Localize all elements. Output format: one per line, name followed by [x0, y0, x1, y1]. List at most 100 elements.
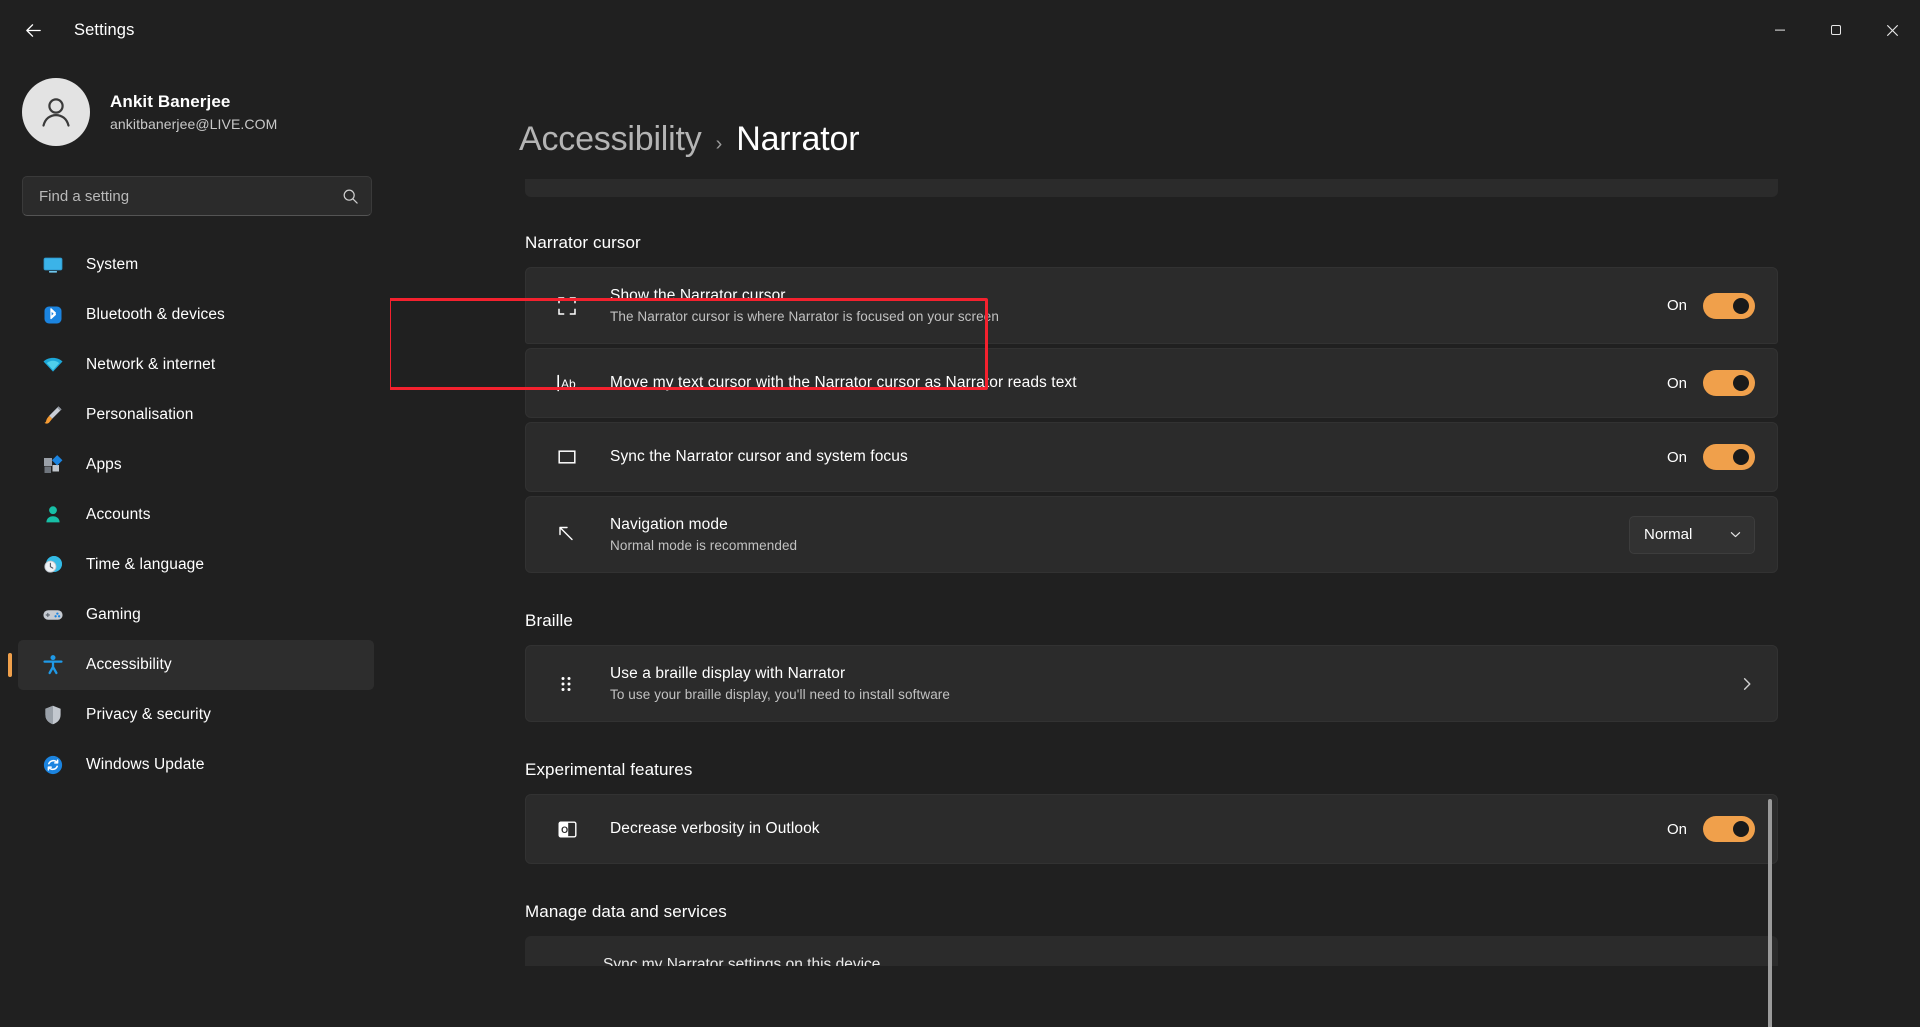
- sidebar-item-personalisation[interactable]: Personalisation: [18, 390, 374, 440]
- apps-icon: [40, 452, 66, 478]
- setting-title: Sync the Narrator cursor and system focu…: [610, 448, 908, 465]
- outlook-icon: O: [552, 819, 582, 840]
- search-icon: [343, 189, 358, 204]
- setting-row-sync-narrator-settings[interactable]: Sync my Narrator settings on this device: [525, 936, 1778, 966]
- setting-subtitle: To use your braille display, you'll need…: [610, 687, 950, 702]
- text-cursor-icon: Ab: [552, 373, 582, 393]
- clock-globe-icon: [40, 552, 66, 578]
- account-name: Ankit Banerjee: [110, 92, 231, 111]
- setting-subtitle: The Narrator cursor is where Narrator is…: [610, 309, 999, 324]
- section-heading-manage-data-services: Manage data and services: [525, 902, 727, 921]
- sidebar-item-label: Gaming: [86, 606, 141, 623]
- setting-title: Decrease verbosity in Outlook: [610, 820, 820, 837]
- sidebar-item-label: Privacy & security: [86, 706, 211, 723]
- section-heading-experimental-features: Experimental features: [525, 760, 693, 779]
- scrollbar-thumb[interactable]: [1768, 799, 1772, 1027]
- setting-text: Decrease verbosity in Outlook: [610, 820, 1667, 838]
- sidebar-item-network-internet[interactable]: Network & internet: [18, 340, 374, 390]
- setting-row-braille-display[interactable]: Use a braille display with Narrator To u…: [525, 645, 1778, 722]
- toggle-state-label: On: [1666, 374, 1687, 392]
- sidebar-item-privacy-security[interactable]: Privacy & security: [18, 690, 374, 740]
- setting-control: On: [1666, 292, 1755, 319]
- svg-text:Ab: Ab: [561, 377, 576, 391]
- page-title: Narrator: [736, 120, 860, 158]
- sidebar-item-label: System: [86, 256, 139, 273]
- toggle-knob: [1733, 297, 1749, 314]
- toggle-move-text-cursor[interactable]: [1703, 370, 1755, 396]
- maximize-button[interactable]: [1808, 0, 1864, 60]
- partial-card-above: [525, 179, 1778, 197]
- sidebar-item-label: Personalisation: [86, 406, 194, 423]
- display-icon: [40, 252, 66, 278]
- setting-title: Use a braille display with Narrator: [610, 665, 846, 682]
- sidebar-item-apps[interactable]: Apps: [18, 440, 374, 490]
- setting-subtitle: Normal mode is recommended: [610, 538, 798, 553]
- toggle-state-label: On: [1666, 448, 1687, 466]
- sidebar-item-label: Windows Update: [86, 756, 205, 773]
- minimize-icon: [1775, 29, 1785, 31]
- setting-row-decrease-verbosity-outlook[interactable]: O Decrease verbosity in Outlook On: [525, 794, 1778, 864]
- setting-control: Normal: [1629, 515, 1755, 554]
- sidebar-item-gaming[interactable]: Gaming: [18, 590, 374, 640]
- avatar: [22, 78, 90, 146]
- setting-text: Navigation mode Normal mode is recommend…: [610, 516, 1629, 553]
- focus-box-icon: [552, 447, 582, 467]
- setting-text: Sync the Narrator cursor and system focu…: [610, 448, 1667, 466]
- chevron-down-icon: [1730, 532, 1741, 538]
- close-icon: [1886, 24, 1898, 36]
- setting-title: Move my text cursor with the Narrator cu…: [610, 374, 1077, 391]
- search-input[interactable]: [39, 187, 342, 205]
- dropdown-selected-value: Normal: [1644, 526, 1693, 543]
- search-box[interactable]: [22, 176, 372, 216]
- sidebar-item-accessibility[interactable]: Accessibility: [8, 640, 374, 690]
- scrollbar[interactable]: [1768, 329, 1772, 1027]
- sidebar-item-label: Apps: [86, 456, 122, 473]
- section-heading-braille: Braille: [525, 611, 573, 630]
- toggle-sync-cursor-focus[interactable]: [1703, 444, 1755, 470]
- setting-title: Navigation mode: [610, 516, 728, 533]
- content-area: Accessibility › Narrator Narrator cursor…: [390, 60, 1920, 1027]
- toggle-knob: [1733, 821, 1749, 837]
- svg-text:O: O: [561, 824, 568, 834]
- setting-control: On: [1667, 370, 1755, 396]
- setting-text: Show the Narrator cursor The Narrator cu…: [610, 287, 1667, 324]
- setting-control: On: [1667, 444, 1755, 470]
- sidebar-nav: System Bluetooth & devices Network & int…: [0, 240, 374, 790]
- sidebar-item-windows-update[interactable]: Windows Update: [18, 740, 374, 790]
- setting-title: Show the Narrator cursor: [610, 287, 786, 304]
- setting-control: On: [1667, 816, 1755, 842]
- setting-control: [1739, 676, 1755, 692]
- dropdown-navigation-mode[interactable]: Normal: [1629, 515, 1755, 554]
- chevron-right-icon[interactable]: [1739, 676, 1755, 692]
- setting-row-navigation-mode[interactable]: Navigation mode Normal mode is recommend…: [525, 496, 1778, 573]
- toggle-state-label: On: [1666, 297, 1687, 314]
- app-shell: Ankit Banerjee ankitbanerjee@LIVE.COM Sy…: [0, 60, 1920, 1027]
- gamepad-icon: [40, 602, 66, 628]
- paintbrush-icon: [40, 402, 66, 428]
- braille-dots-icon: [552, 674, 582, 694]
- sidebar: Ankit Banerjee ankitbanerjee@LIVE.COM Sy…: [0, 60, 390, 1027]
- sidebar-item-accounts[interactable]: Accounts: [18, 490, 374, 540]
- close-button[interactable]: [1864, 0, 1920, 60]
- person-avatar-icon: [42, 98, 70, 127]
- sidebar-item-system[interactable]: System: [18, 240, 374, 290]
- sidebar-item-label: Time & language: [86, 556, 205, 573]
- setting-row-sync-cursor-focus[interactable]: Sync the Narrator cursor and system focu…: [525, 422, 1778, 492]
- setting-text: Use a braille display with Narrator To u…: [610, 665, 1739, 702]
- wifi-icon: [40, 352, 66, 378]
- setting-row-show-narrator-cursor[interactable]: Show the Narrator cursor The Narrator cu…: [525, 267, 1778, 344]
- toggle-knob: [1733, 449, 1749, 465]
- bluetooth-icon: [40, 302, 66, 328]
- setting-text: Move my text cursor with the Narrator cu…: [610, 374, 1667, 392]
- toggle-decrease-verbosity-outlook[interactable]: [1703, 816, 1755, 842]
- back-button[interactable]: [10, 10, 56, 50]
- sidebar-item-label: Bluetooth & devices: [86, 306, 225, 323]
- back-arrow-icon: [25, 23, 41, 37]
- sidebar-item-bluetooth-devices[interactable]: Bluetooth & devices: [18, 290, 374, 340]
- toggle-show-narrator-cursor[interactable]: [1703, 292, 1755, 319]
- minimize-button[interactable]: [1752, 0, 1808, 60]
- setting-row-move-text-cursor[interactable]: Ab Move my text cursor with the Narrator…: [525, 348, 1778, 418]
- sidebar-item-time-language[interactable]: Time & language: [18, 540, 374, 590]
- breadcrumb-parent[interactable]: Accessibility: [519, 120, 702, 159]
- account-block[interactable]: Ankit Banerjee ankitbanerjee@LIVE.COM: [0, 60, 374, 164]
